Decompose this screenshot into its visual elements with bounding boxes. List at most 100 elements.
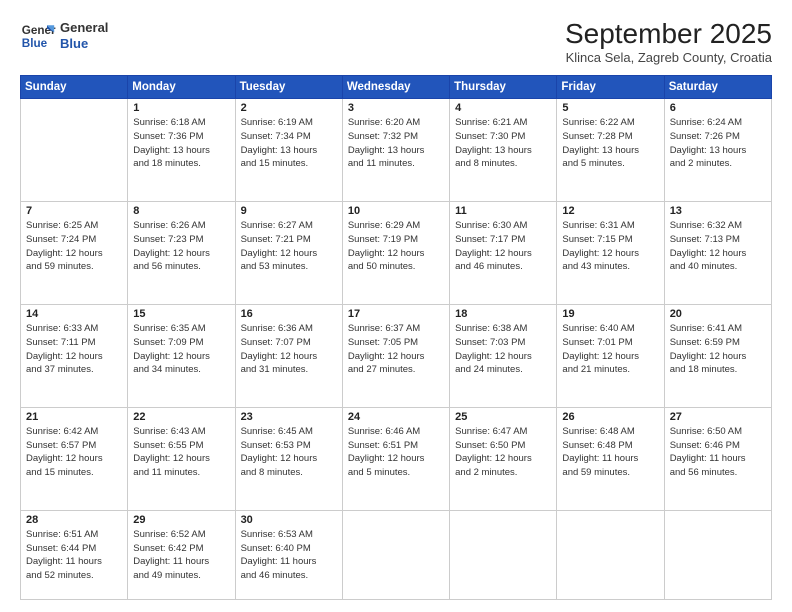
day-info: Sunrise: 6:47 AMSunset: 6:50 PMDaylight:… <box>455 425 551 480</box>
day-number: 15 <box>133 308 229 320</box>
day-number: 14 <box>26 308 122 320</box>
day-number: 19 <box>562 308 658 320</box>
header: General Blue General Blue September 2025… <box>20 18 772 65</box>
weekday-header-monday: Monday <box>128 76 235 99</box>
day-info: Sunrise: 6:29 AMSunset: 7:19 PMDaylight:… <box>348 219 444 274</box>
calendar-cell: 29 Sunrise: 6:52 AMSunset: 6:42 PMDayligh… <box>128 510 235 599</box>
weekday-header-friday: Friday <box>557 76 664 99</box>
day-number: 5 <box>562 102 658 114</box>
day-info: Sunrise: 6:38 AMSunset: 7:03 PMDaylight:… <box>455 322 551 377</box>
calendar-cell <box>450 510 557 599</box>
day-number: 24 <box>348 411 444 423</box>
day-number: 13 <box>670 205 766 217</box>
day-info: Sunrise: 6:53 AMSunset: 6:40 PMDaylight:… <box>241 528 337 583</box>
title-block: September 2025 Klinca Sela, Zagreb Count… <box>565 18 772 65</box>
day-info: Sunrise: 6:22 AMSunset: 7:28 PMDaylight:… <box>562 116 658 171</box>
day-number: 25 <box>455 411 551 423</box>
day-number: 16 <box>241 308 337 320</box>
calendar-cell: 10 Sunrise: 6:29 AMSunset: 7:19 PMDayligh… <box>342 201 449 304</box>
logo: General Blue General Blue <box>20 18 108 54</box>
weekday-header-thursday: Thursday <box>450 76 557 99</box>
day-number: 10 <box>348 205 444 217</box>
day-info: Sunrise: 6:31 AMSunset: 7:15 PMDaylight:… <box>562 219 658 274</box>
day-info: Sunrise: 6:32 AMSunset: 7:13 PMDaylight:… <box>670 219 766 274</box>
weekday-header-tuesday: Tuesday <box>235 76 342 99</box>
calendar-row-1: 7 Sunrise: 6:25 AMSunset: 7:24 PMDaylight… <box>21 201 772 304</box>
calendar-cell: 17Sunrise: 6:37 AMSunset: 7:05 PMDayligh… <box>342 304 449 407</box>
day-number: 18 <box>455 308 551 320</box>
svg-text:Blue: Blue <box>22 37 48 50</box>
weekday-header-saturday: Saturday <box>664 76 771 99</box>
calendar-cell: 1 Sunrise: 6:18 AMSunset: 7:36 PMDaylight… <box>128 99 235 202</box>
day-info: Sunrise: 6:24 AMSunset: 7:26 PMDaylight:… <box>670 116 766 171</box>
calendar-cell: 27Sunrise: 6:50 AMSunset: 6:46 PMDayligh… <box>664 407 771 510</box>
day-info: Sunrise: 6:40 AMSunset: 7:01 PMDaylight:… <box>562 322 658 377</box>
logo-general: General <box>60 20 108 36</box>
day-number: 1 <box>133 102 229 114</box>
day-info: Sunrise: 6:27 AMSunset: 7:21 PMDaylight:… <box>241 219 337 274</box>
day-info: Sunrise: 6:51 AMSunset: 6:44 PMDaylight:… <box>26 528 122 583</box>
day-number: 6 <box>670 102 766 114</box>
day-info: Sunrise: 6:25 AMSunset: 7:24 PMDaylight:… <box>26 219 122 274</box>
day-info: Sunrise: 6:46 AMSunset: 6:51 PMDaylight:… <box>348 425 444 480</box>
day-number: 4 <box>455 102 551 114</box>
calendar-row-3: 21Sunrise: 6:42 AMSunset: 6:57 PMDayligh… <box>21 407 772 510</box>
day-number: 11 <box>455 205 551 217</box>
calendar-cell: 21Sunrise: 6:42 AMSunset: 6:57 PMDayligh… <box>21 407 128 510</box>
day-number: 22 <box>133 411 229 423</box>
day-number: 27 <box>670 411 766 423</box>
calendar-cell: 18 Sunrise: 6:38 AMSunset: 7:03 PMDayligh… <box>450 304 557 407</box>
day-info: Sunrise: 6:43 AMSunset: 6:55 PMDaylight:… <box>133 425 229 480</box>
day-number: 20 <box>670 308 766 320</box>
page: General Blue General Blue September 2025… <box>0 0 792 612</box>
calendar-cell: 19 Sunrise: 6:40 AMSunset: 7:01 PMDayligh… <box>557 304 664 407</box>
day-info: Sunrise: 6:19 AMSunset: 7:34 PMDaylight:… <box>241 116 337 171</box>
day-info: Sunrise: 6:26 AMSunset: 7:23 PMDaylight:… <box>133 219 229 274</box>
calendar-cell: 8 Sunrise: 6:26 AMSunset: 7:23 PMDaylight… <box>128 201 235 304</box>
day-info: Sunrise: 6:52 AMSunset: 6:42 PMDaylight:… <box>133 528 229 583</box>
calendar-cell: 2 Sunrise: 6:19 AMSunset: 7:34 PMDaylight… <box>235 99 342 202</box>
day-info: Sunrise: 6:41 AMSunset: 6:59 PMDaylight:… <box>670 322 766 377</box>
calendar-cell: 16 Sunrise: 6:36 AMSunset: 7:07 PMDayligh… <box>235 304 342 407</box>
calendar-cell: 20 Sunrise: 6:41 AMSunset: 6:59 PMDayligh… <box>664 304 771 407</box>
day-number: 23 <box>241 411 337 423</box>
day-number: 2 <box>241 102 337 114</box>
calendar-cell: 3 Sunrise: 6:20 AMSunset: 7:32 PMDaylight… <box>342 99 449 202</box>
day-info: Sunrise: 6:35 AMSunset: 7:09 PMDaylight:… <box>133 322 229 377</box>
day-info: Sunrise: 6:18 AMSunset: 7:36 PMDaylight:… <box>133 116 229 171</box>
calendar-cell: 5 Sunrise: 6:22 AMSunset: 7:28 PMDaylight… <box>557 99 664 202</box>
day-number: 26 <box>562 411 658 423</box>
day-number: 7 <box>26 205 122 217</box>
calendar-cell: 12 Sunrise: 6:31 AMSunset: 7:15 PMDayligh… <box>557 201 664 304</box>
weekday-header-sunday: Sunday <box>21 76 128 99</box>
calendar-cell: 24 Sunrise: 6:46 AMSunset: 6:51 PMDayligh… <box>342 407 449 510</box>
day-info: Sunrise: 6:36 AMSunset: 7:07 PMDaylight:… <box>241 322 337 377</box>
calendar-cell: 9 Sunrise: 6:27 AMSunset: 7:21 PMDaylight… <box>235 201 342 304</box>
calendar-cell: 14Sunrise: 6:33 AMSunset: 7:11 PMDayligh… <box>21 304 128 407</box>
day-number: 29 <box>133 514 229 526</box>
day-info: Sunrise: 6:30 AMSunset: 7:17 PMDaylight:… <box>455 219 551 274</box>
calendar-cell <box>342 510 449 599</box>
logo-blue: Blue <box>60 36 108 52</box>
calendar-cell <box>557 510 664 599</box>
logo-icon: General Blue <box>20 18 56 54</box>
calendar-cell: 23Sunrise: 6:45 AMSunset: 6:53 PMDayligh… <box>235 407 342 510</box>
day-number: 12 <box>562 205 658 217</box>
calendar-cell <box>21 99 128 202</box>
calendar-cell: 11 Sunrise: 6:30 AMSunset: 7:17 PMDayligh… <box>450 201 557 304</box>
day-info: Sunrise: 6:48 AMSunset: 6:48 PMDaylight:… <box>562 425 658 480</box>
day-number: 9 <box>241 205 337 217</box>
calendar-row-2: 14Sunrise: 6:33 AMSunset: 7:11 PMDayligh… <box>21 304 772 407</box>
day-number: 3 <box>348 102 444 114</box>
calendar-cell: 6 Sunrise: 6:24 AMSunset: 7:26 PMDaylight… <box>664 99 771 202</box>
calendar-header-row: SundayMondayTuesdayWednesdayThursdayFrid… <box>21 76 772 99</box>
day-number: 28 <box>26 514 122 526</box>
calendar-table: SundayMondayTuesdayWednesdayThursdayFrid… <box>20 75 772 600</box>
calendar-cell: 7 Sunrise: 6:25 AMSunset: 7:24 PMDaylight… <box>21 201 128 304</box>
calendar-cell <box>664 510 771 599</box>
calendar-cell: 15 Sunrise: 6:35 AMSunset: 7:09 PMDayligh… <box>128 304 235 407</box>
day-info: Sunrise: 6:20 AMSunset: 7:32 PMDaylight:… <box>348 116 444 171</box>
day-number: 8 <box>133 205 229 217</box>
calendar-row-4: 28 Sunrise: 6:51 AMSunset: 6:44 PMDayligh… <box>21 510 772 599</box>
day-number: 21 <box>26 411 122 423</box>
